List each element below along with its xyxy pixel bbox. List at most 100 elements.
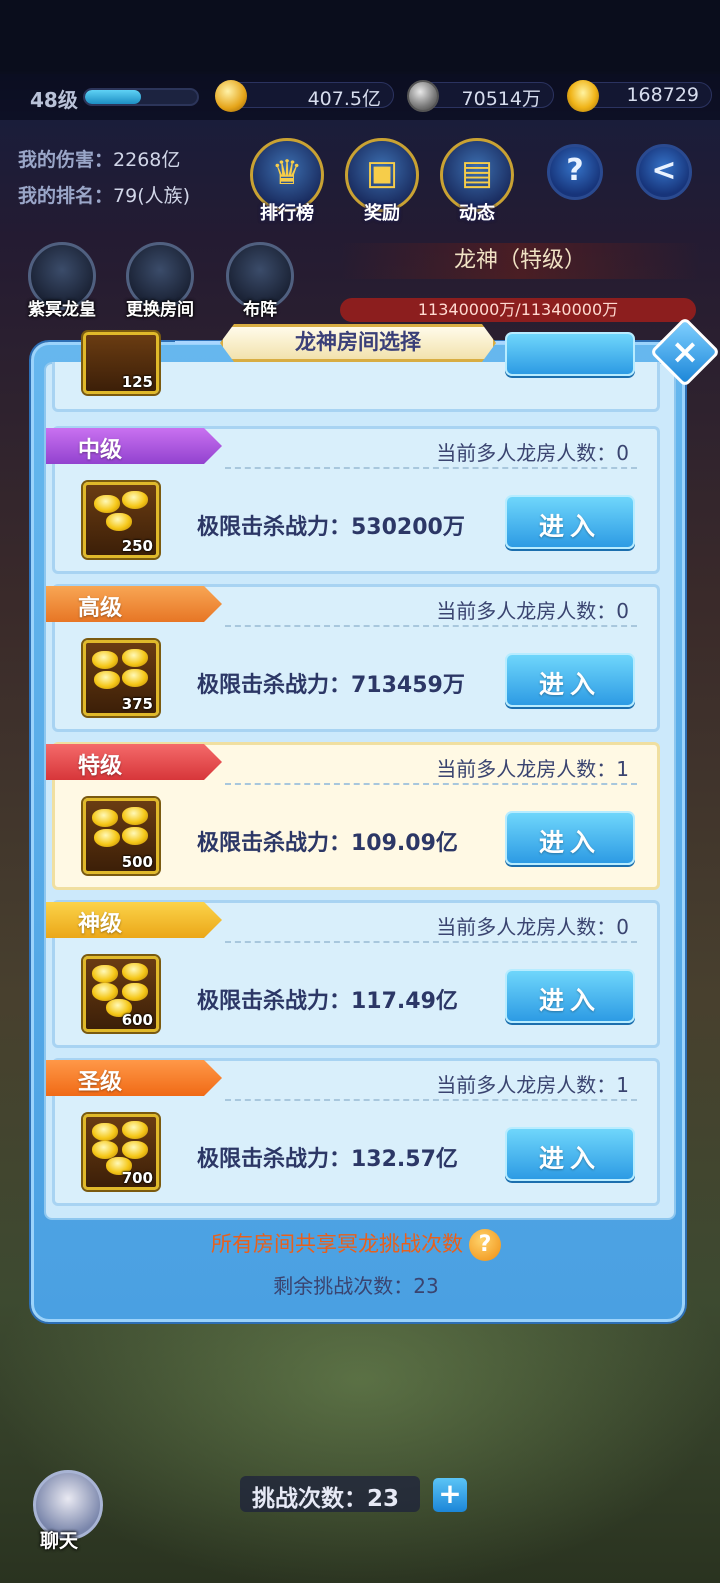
enter-button[interactable]: 进入 — [505, 811, 635, 865]
player-level: 48级 — [30, 88, 78, 112]
news-label: 动态 — [459, 203, 495, 224]
shared-attempts-note: 所有房间共享冥龙挑战次数? — [52, 1228, 660, 1261]
damage-value: 2268亿 — [113, 149, 181, 171]
trophy-icon: ♛ — [271, 153, 303, 193]
kill-power: 极限击杀战力：530200万 — [197, 515, 465, 540]
tier-label: 中级 — [78, 438, 123, 463]
enter-label: 进入 — [538, 670, 601, 699]
rewards-label: 奖励 — [364, 203, 400, 224]
formation-label: 布阵 — [243, 300, 277, 320]
room-player-count: 当前多人龙房人数：0 — [436, 441, 629, 465]
ingot-icon — [94, 671, 120, 689]
enter-label: 进入 — [538, 986, 601, 1015]
ingot-reward-item: 700 — [83, 1114, 159, 1190]
enter-button[interactable]: 进入 — [505, 969, 635, 1023]
ingot-value: 168729 — [626, 84, 699, 106]
kill-power: 极限击杀战力：713459万 — [197, 673, 465, 698]
enter-button[interactable]: 进入 — [505, 653, 635, 707]
back-button[interactable]: < — [636, 144, 692, 200]
room-player-count: 当前多人龙房人数：1 — [436, 1073, 629, 1097]
add-attempts-button[interactable]: + — [433, 1478, 467, 1512]
ingot-icon — [122, 807, 148, 825]
treasure-chest-icon: ▣ — [365, 153, 399, 193]
ingot-icon — [122, 649, 148, 667]
ingot-reward-item: 600 — [83, 956, 159, 1032]
coin-value: 70514万 — [461, 88, 541, 110]
ingot-resource: 168729 — [567, 80, 712, 112]
coin-icon — [407, 80, 439, 112]
challenge-count-bar: 挑战次数：23 — [240, 1476, 420, 1512]
ingot-icon — [122, 1121, 148, 1139]
rewards-button[interactable]: ▣ 奖励 — [345, 138, 419, 224]
enter-button-partial[interactable] — [505, 332, 635, 376]
ingot-reward-item: 250 — [83, 482, 159, 558]
close-icon[interactable]: × — [660, 327, 710, 377]
tier-tag-mid: 中级 — [46, 428, 222, 464]
news-button[interactable]: ▤ 动态 — [440, 138, 514, 224]
tier-label: 圣级 — [78, 1070, 123, 1095]
dialog-title: 龙神房间选择 — [295, 330, 421, 354]
row-divider — [225, 941, 637, 943]
gold-icon — [215, 80, 247, 112]
boss-name-label: 紫冥龙皇 — [28, 300, 96, 320]
ingot-icon — [94, 829, 120, 847]
row-divider — [225, 467, 637, 469]
ingot-icon — [92, 965, 118, 983]
help-icon[interactable]: ? — [469, 1229, 501, 1261]
my-rank: 我的排名：79(人族) — [18, 181, 190, 208]
tier-label: 高级 — [78, 596, 123, 621]
row-divider — [225, 1099, 637, 1101]
chat-label: 聊天 — [40, 1530, 79, 1552]
kill-power: 极限击杀战力：109.09亿 — [197, 831, 458, 856]
ingot-icon — [122, 491, 148, 509]
reward-count: 250 — [121, 537, 153, 555]
boss-avatar-button[interactable]: 紫冥龙皇 — [28, 242, 96, 320]
enter-label: 进入 — [538, 828, 601, 857]
enter-button[interactable]: 进入 — [505, 495, 635, 549]
ingot-icon — [122, 1141, 148, 1159]
reward-count: 700 — [121, 1169, 153, 1187]
shared-note-text: 所有房间共享冥龙挑战次数 — [211, 1232, 463, 1256]
reward-count: 500 — [121, 853, 153, 871]
title-decoration-left — [175, 341, 221, 344]
ingot-icon — [122, 827, 148, 845]
help-button[interactable]: ? — [547, 144, 603, 200]
formation-button[interactable]: 布阵 — [226, 242, 294, 320]
ingot-icon — [122, 669, 148, 687]
ingot-icon — [106, 513, 132, 531]
level-progress-bar — [83, 88, 199, 106]
enter-label: 进入 — [538, 512, 601, 541]
reward-count: 125 — [121, 373, 153, 391]
ingot-icon — [122, 963, 148, 981]
tier-tag-holy: 圣级 — [46, 1060, 222, 1096]
tier-label: 神级 — [78, 912, 123, 937]
tier-tag-special: 特级 — [46, 744, 222, 780]
remaining-attempts: 剩余挑战次数：23 — [273, 1274, 439, 1298]
ingot-icon — [567, 80, 599, 112]
boss-hp-bar: 11340000万/11340000万 — [340, 298, 696, 322]
ranking-button[interactable]: ♛ 排行榜 — [250, 138, 324, 224]
enter-button[interactable]: 进入 — [505, 1127, 635, 1181]
damage-label: 我的伤害： — [18, 149, 114, 171]
ingot-icon — [92, 651, 118, 669]
scroll-icon: ▤ — [460, 153, 494, 193]
level-progress-fill — [85, 90, 141, 104]
my-damage: 我的伤害：2268亿 — [18, 145, 180, 172]
ranking-label: 排行榜 — [260, 203, 314, 224]
ingot-icon — [122, 983, 148, 1001]
reward-count: 375 — [121, 695, 153, 713]
coin-resource: 70514万 — [407, 80, 554, 112]
gold-value: 407.5亿 — [307, 88, 381, 110]
room-player-count: 当前多人龙房人数：0 — [436, 915, 629, 939]
gold-resource: 407.5亿 — [215, 80, 394, 112]
tier-label: 特级 — [78, 754, 123, 779]
row-divider — [225, 783, 637, 785]
challenge-count: 挑战次数：23 — [252, 1486, 400, 1512]
rank-value: 79(人族) — [113, 185, 191, 207]
change-room-button[interactable]: 更换房间 — [126, 242, 194, 320]
ingot-reward-item: 500 — [83, 798, 159, 874]
tier-tag-god: 神级 — [46, 902, 222, 938]
question-icon: ? — [566, 153, 584, 188]
kill-power: 极限击杀战力：132.57亿 — [197, 1147, 458, 1172]
room-row-partial: 125 — [52, 332, 660, 412]
